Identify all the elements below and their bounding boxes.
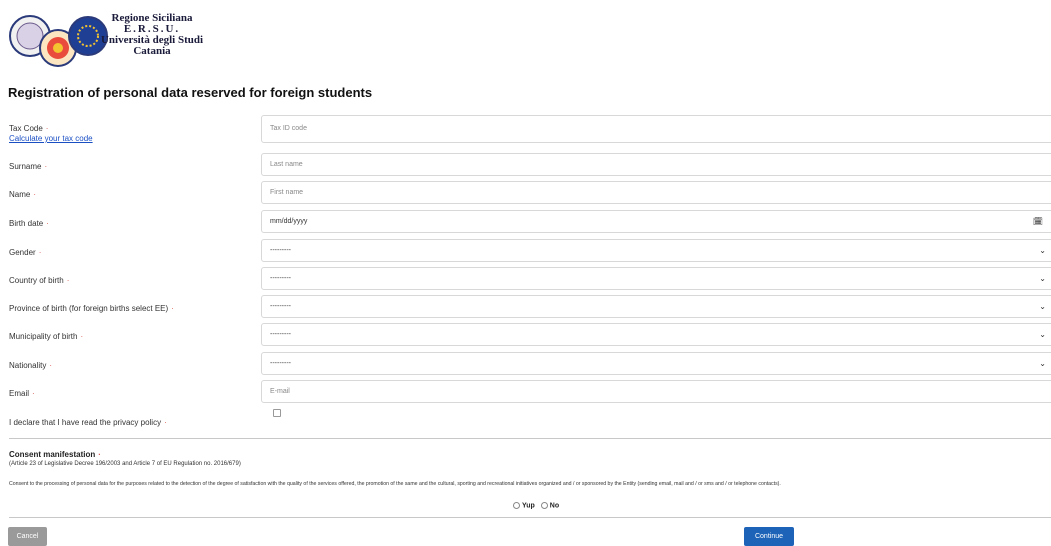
continue-button[interactable]: Continue bbox=[744, 527, 794, 546]
required-marker: · bbox=[45, 124, 49, 133]
logo-emblems bbox=[9, 15, 108, 67]
tax-code-label-text: Tax Code bbox=[9, 124, 43, 133]
country-of-birth-label: Country of birth · bbox=[9, 276, 69, 285]
divider bbox=[9, 517, 1051, 518]
name-label: Name · bbox=[9, 190, 36, 199]
email-input[interactable]: E-mail bbox=[261, 380, 1051, 403]
logo-text: Regione Siciliana E.R.S.U. Università de… bbox=[96, 13, 208, 57]
gender-select[interactable]: --------- ⌄ bbox=[261, 239, 1051, 262]
birth-date-value: mm/dd/yyyy bbox=[270, 218, 308, 225]
province-of-birth-label-text: Province of birth (for foreign births se… bbox=[9, 304, 169, 313]
consent-title-text: Consent manifestation bbox=[9, 450, 96, 459]
birth-date-input[interactable]: mm/dd/yyyy 🗓 bbox=[261, 210, 1051, 233]
country-of-birth-label-text: Country of birth bbox=[9, 276, 64, 285]
chevron-down-icon: ⌄ bbox=[1039, 330, 1046, 339]
required-marker: · bbox=[66, 276, 70, 285]
municipality-of-birth-select[interactable]: --------- ⌄ bbox=[261, 323, 1051, 346]
nationality-label-text: Nationality bbox=[9, 361, 47, 370]
required-marker: · bbox=[33, 190, 37, 199]
page-title: Registration of personal data reserved f… bbox=[8, 85, 373, 100]
surname-label: Surname · bbox=[9, 162, 47, 171]
province-of-birth-value: --------- bbox=[270, 303, 291, 310]
consent-text: Consent to the processing of personal da… bbox=[9, 481, 781, 487]
logo-line-4: Catania bbox=[133, 45, 171, 57]
consent-subtitle: (Article 23 of Legislative Decree 196/20… bbox=[9, 461, 241, 467]
consent-title: Consent manifestation · bbox=[9, 450, 101, 459]
cancel-button[interactable]: Cancel bbox=[8, 527, 47, 546]
chevron-down-icon: ⌄ bbox=[1039, 274, 1046, 283]
required-marker: · bbox=[38, 248, 42, 257]
name-input[interactable]: First name bbox=[261, 181, 1051, 204]
email-label-text: Email bbox=[9, 389, 30, 398]
nationality-value: --------- bbox=[270, 360, 291, 367]
required-marker: · bbox=[32, 389, 35, 398]
required-marker: · bbox=[49, 361, 53, 370]
municipality-of-birth-label: Municipality of birth · bbox=[9, 332, 83, 341]
chevron-down-icon: ⌄ bbox=[1039, 246, 1046, 255]
chevron-down-icon: ⌄ bbox=[1039, 302, 1046, 311]
calculate-tax-code-link[interactable]: Calculate your tax code bbox=[9, 134, 93, 143]
tax-code-input[interactable]: Tax ID code bbox=[261, 115, 1051, 143]
birth-date-label: Birth date · bbox=[9, 219, 49, 228]
province-of-birth-label: Province of birth (for foreign births se… bbox=[9, 304, 174, 313]
privacy-label-text: I declare that I have read the privacy p… bbox=[9, 418, 162, 427]
consent-yes-label: Yup bbox=[522, 502, 535, 510]
required-marker: · bbox=[98, 450, 101, 459]
calendar-icon[interactable]: 🗓 bbox=[1033, 211, 1043, 232]
required-marker: · bbox=[171, 304, 174, 313]
email-label: Email · bbox=[9, 389, 35, 398]
consent-radio-group: Yup No bbox=[513, 502, 559, 509]
surname-input[interactable]: Last name bbox=[261, 153, 1051, 176]
required-marker: · bbox=[46, 219, 49, 228]
gender-label-text: Gender bbox=[9, 248, 36, 257]
country-of-birth-value: --------- bbox=[270, 275, 291, 282]
nationality-select[interactable]: --------- ⌄ bbox=[261, 352, 1051, 375]
required-marker: · bbox=[80, 332, 84, 341]
gender-label: Gender · bbox=[9, 248, 41, 257]
gender-value: --------- bbox=[270, 247, 291, 254]
country-of-birth-select[interactable]: --------- ⌄ bbox=[261, 267, 1051, 290]
birth-date-label-text: Birth date bbox=[9, 219, 44, 228]
required-marker: · bbox=[164, 418, 167, 427]
privacy-label: I declare that I have read the privacy p… bbox=[9, 418, 167, 427]
nationality-label: Nationality · bbox=[9, 361, 52, 370]
name-label-text: Name bbox=[9, 190, 31, 199]
divider bbox=[9, 438, 1051, 439]
province-of-birth-select[interactable]: --------- ⌄ bbox=[261, 295, 1051, 318]
required-marker: · bbox=[44, 162, 48, 171]
consent-yes-radio[interactable] bbox=[513, 502, 520, 509]
chevron-down-icon: ⌄ bbox=[1039, 359, 1046, 368]
privacy-checkbox[interactable] bbox=[273, 409, 281, 417]
municipality-of-birth-label-text: Municipality of birth bbox=[9, 332, 78, 341]
consent-no-radio[interactable] bbox=[540, 502, 548, 509]
consent-no-label: No bbox=[549, 502, 560, 510]
tax-code-label: Tax Code · bbox=[9, 124, 48, 133]
municipality-of-birth-value: --------- bbox=[270, 331, 291, 338]
surname-label-text: Surname bbox=[9, 162, 42, 171]
